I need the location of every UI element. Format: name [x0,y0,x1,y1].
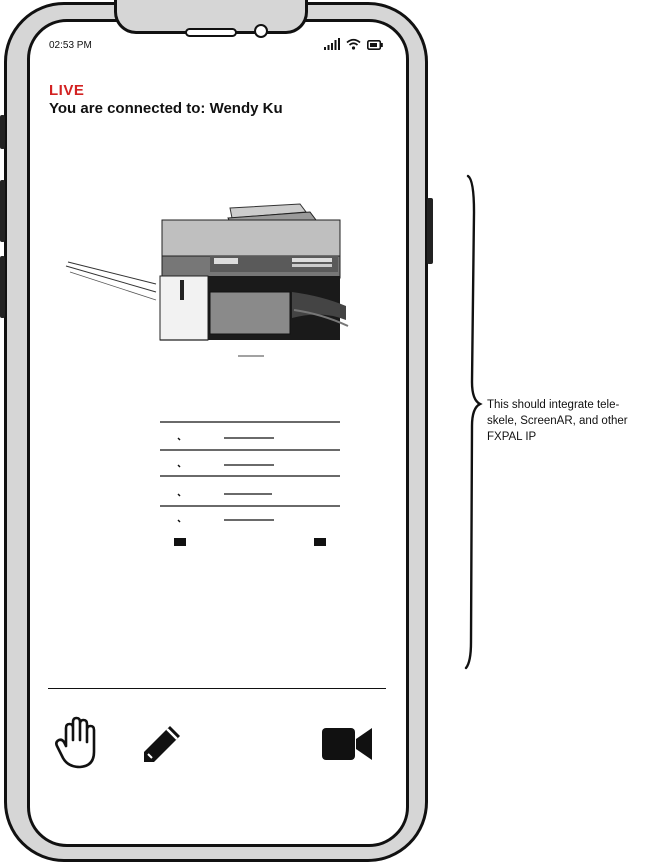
phone-side-button-left-3 [0,256,5,318]
connection-status: You are connected to: Wendy Ku [49,100,283,117]
pencil-icon[interactable] [140,722,184,766]
status-icons [324,38,383,50]
wifi-icon [346,38,361,50]
hand-icon[interactable] [54,716,102,770]
live-indicator: LIVE [49,82,85,99]
front-camera [254,24,268,38]
toolbar-divider [48,688,386,689]
control-panel-image[interactable] [150,410,350,550]
speaker-grille [185,28,237,37]
phone-side-button-right [427,198,433,264]
printer-photo[interactable] [60,200,360,370]
video-camera-icon[interactable] [322,726,374,762]
phone-side-button-left-1 [0,115,5,149]
battery-icon [367,40,383,50]
annotation-brace [464,174,483,670]
signal-icon [324,38,340,50]
annotation-note: This should integrate tele-skele, Screen… [487,399,628,443]
status-time: 02:53 PM [49,40,92,51]
phone-side-button-left-2 [0,180,5,242]
